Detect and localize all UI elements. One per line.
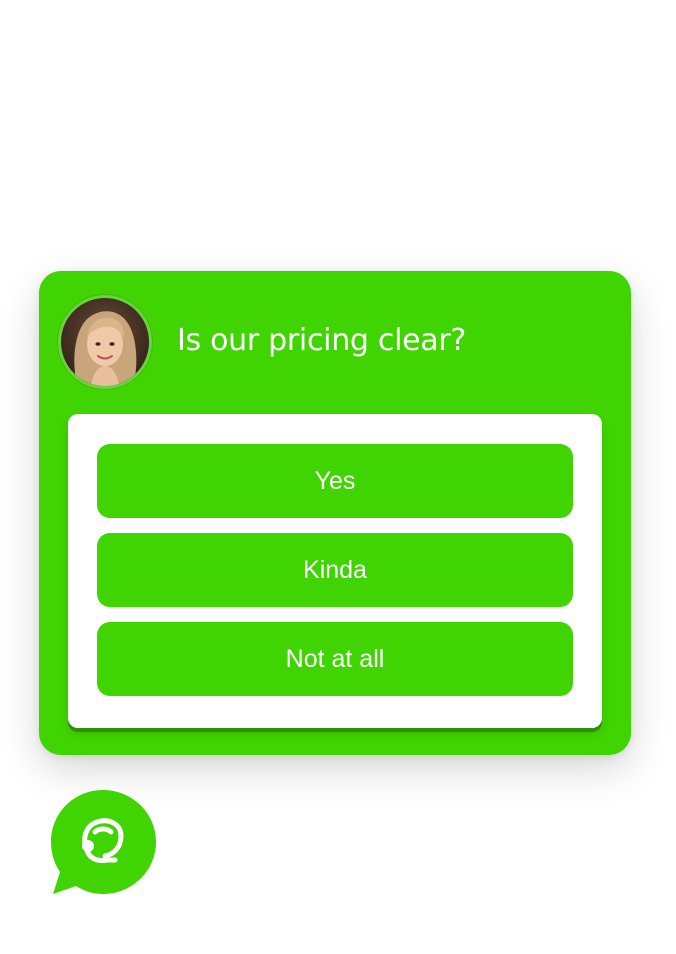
- survey-question: Is our pricing clear?: [177, 323, 467, 358]
- avatar-photo-icon: [61, 298, 149, 386]
- answer-not-at-all-button[interactable]: Not at all: [97, 622, 573, 696]
- page: Is our pricing clear? Yes Kinda Not at a…: [0, 0, 676, 954]
- chat-bubble-icon: [51, 790, 156, 894]
- answer-yes-button[interactable]: Yes: [97, 444, 573, 518]
- avatar: [58, 295, 152, 389]
- chat-launcher-button[interactable]: [49, 788, 161, 900]
- answer-kinda-button[interactable]: Kinda: [97, 533, 573, 607]
- survey-widget: Is our pricing clear? Yes Kinda Not at a…: [39, 271, 631, 755]
- answers-panel: Yes Kinda Not at all: [68, 414, 602, 728]
